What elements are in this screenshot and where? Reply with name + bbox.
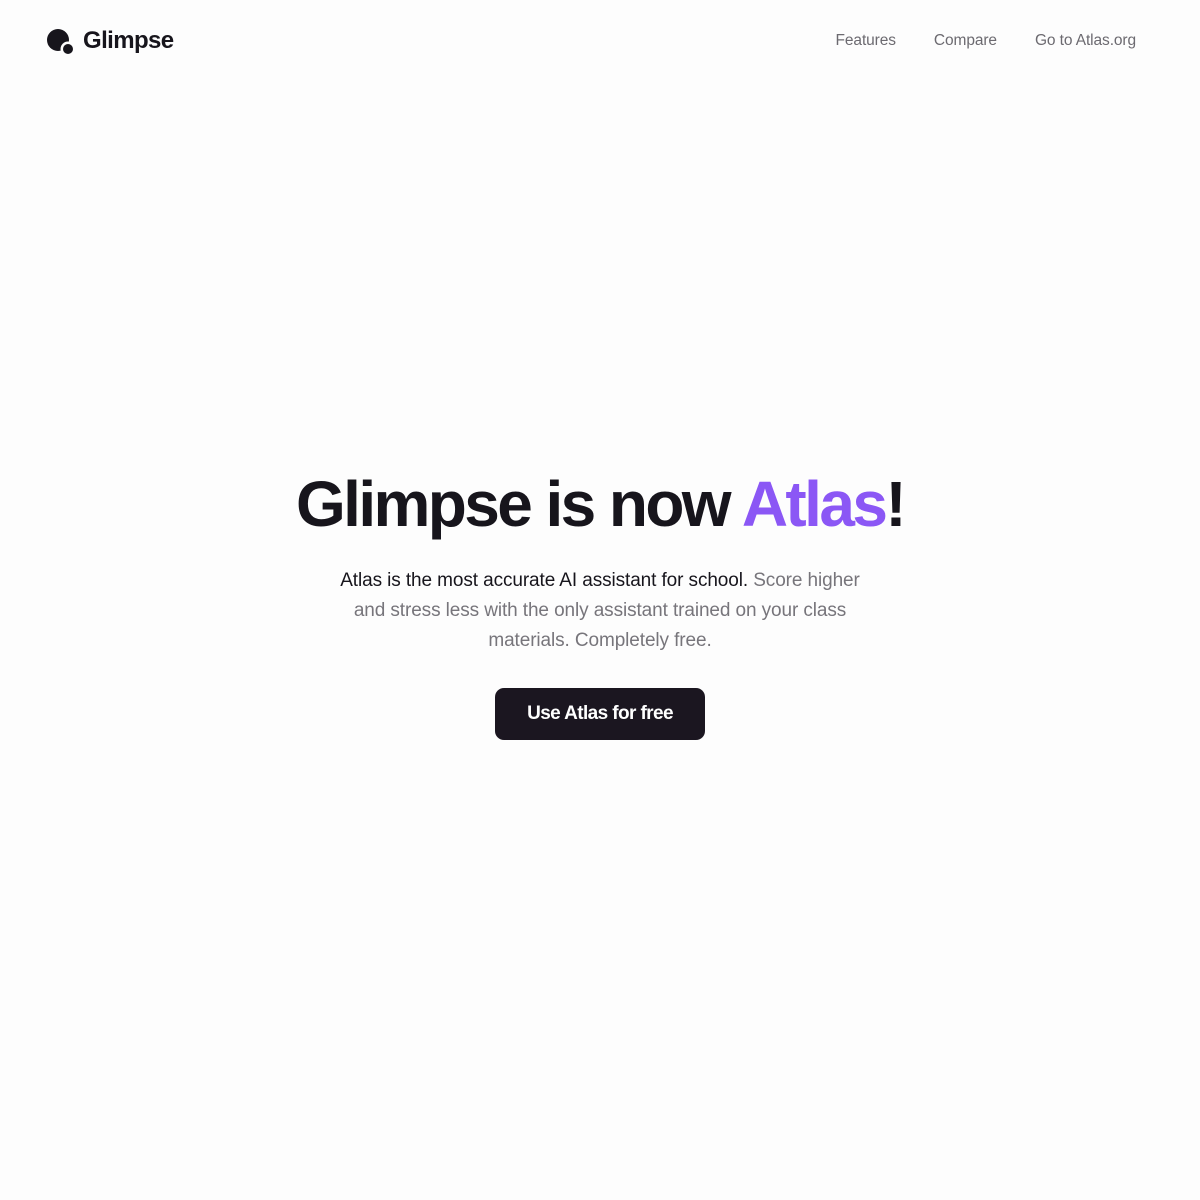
logo-link[interactable]: Glimpse <box>47 27 174 55</box>
hero-subtitle: Atlas is the most accurate AI assistant … <box>340 566 860 656</box>
top-nav: Features Compare Go to Atlas.org <box>836 31 1137 51</box>
nav-link-compare[interactable]: Compare <box>934 31 997 51</box>
hero-subtitle-lead: Atlas is the most accurate AI assistant … <box>340 570 749 591</box>
nav-link-go-to-atlas[interactable]: Go to Atlas.org <box>1035 31 1136 51</box>
page: Glimpse Features Compare Go to Atlas.org… <box>0 0 1200 1200</box>
use-atlas-button[interactable]: Use Atlas for free <box>495 688 705 740</box>
logo-text: Glimpse <box>83 27 174 54</box>
hero-title-prefix: Glimpse is now <box>295 468 742 540</box>
hero-section: Glimpse is now Atlas! Atlas is the most … <box>0 464 1200 740</box>
site-header: Glimpse Features Compare Go to Atlas.org <box>0 0 1200 84</box>
nav-link-features[interactable]: Features <box>836 31 896 51</box>
hero-title: Glimpse is now Atlas! <box>0 464 1200 544</box>
hero-title-accent: Atlas <box>741 468 888 540</box>
glimpse-logo-icon <box>47 27 75 55</box>
hero-title-suffix: ! <box>885 468 906 540</box>
